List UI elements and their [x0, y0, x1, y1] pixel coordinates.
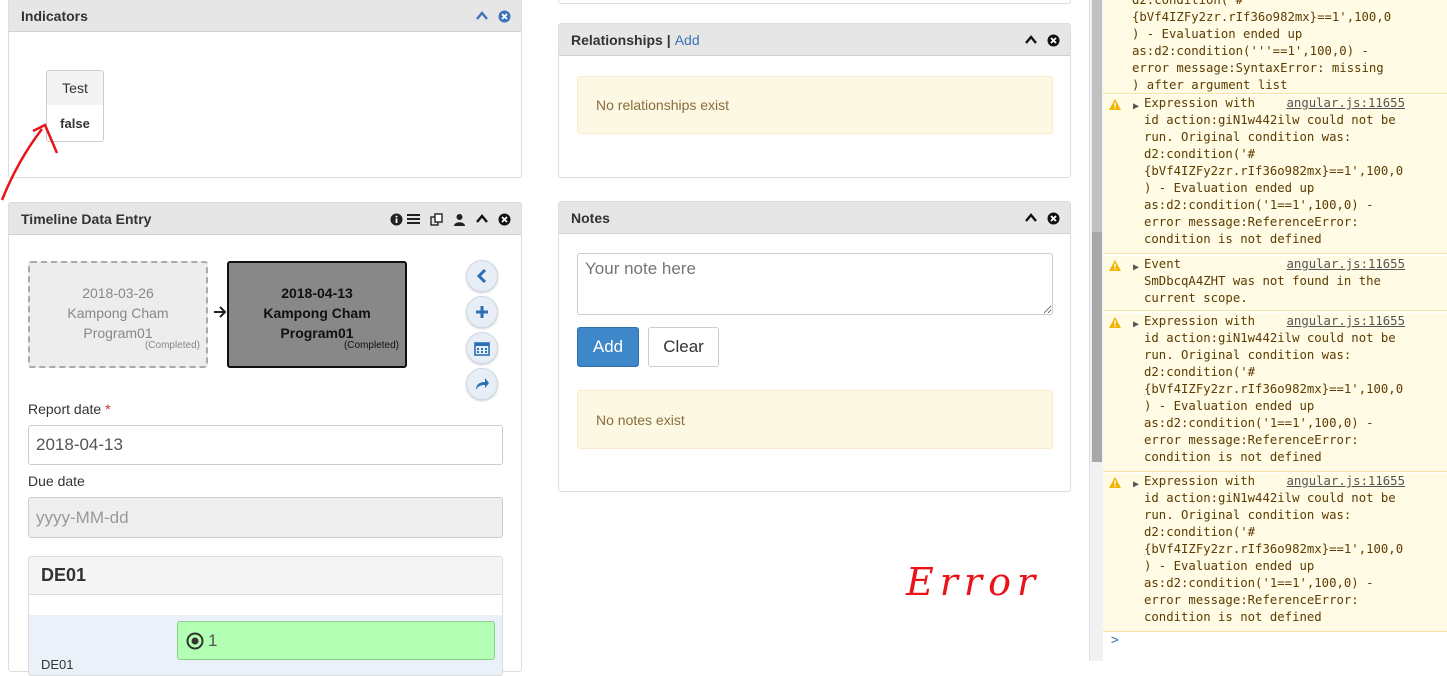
expand-triangle-icon[interactable]: ▶ [1133, 98, 1139, 115]
scrollbar[interactable] [1089, 0, 1103, 661]
indicators-title: Indicators [21, 7, 88, 24]
console-warning[interactable]: ▶ Expression with id action:giN1w442ilw … [1103, 473, 1447, 632]
required-mark: * [105, 401, 111, 417]
console-message-partial: d2:condition('# {bVf4IZFy2zr.rIf36o982mx… [1103, 0, 1447, 94]
console-warning[interactable]: ▶ Event SmDbcqA4ZHT was not found in the… [1103, 256, 1447, 311]
error-annotation: Error [906, 560, 1042, 604]
stage-current[interactable]: 2018-04-13 Kampong Cham Program01 (Compl… [227, 261, 407, 368]
indicator-label: Test [47, 71, 103, 105]
due-date-input[interactable]: yyyy-MM-dd [28, 497, 503, 538]
report-date-label: Report date * [28, 401, 111, 417]
timeline-panel: Timeline Data Entry 2018-03-26 Kampong C… [8, 202, 522, 676]
stage-status: (Completed) [343, 340, 399, 351]
annotation-arrow [0, 123, 59, 201]
expand-triangle-icon[interactable]: ▶ [1133, 476, 1139, 493]
report-date-input[interactable]: 2018-04-13 [28, 425, 503, 465]
console-warning[interactable]: ▶ Expression with id action:giN1w442ilw … [1103, 95, 1447, 254]
timeline-title: Timeline Data Entry [21, 210, 152, 227]
notes-header: Notes [559, 202, 1070, 234]
console-prompt[interactable]: > [1111, 633, 1119, 648]
no-relationships-alert: No relationships exist [577, 76, 1053, 134]
copy-icon[interactable] [430, 212, 443, 226]
collapse-icon[interactable] [476, 214, 488, 224]
relationships-title: Relationships [571, 31, 663, 48]
share-icon [476, 378, 489, 390]
source-link[interactable]: angular.js:11655 [1287, 473, 1405, 490]
section-header[interactable]: DE01 [29, 557, 502, 595]
radio-checked-icon [186, 632, 204, 649]
schedule-button[interactable] [466, 332, 498, 364]
add-relationship-link[interactable]: Add [675, 32, 700, 48]
collapse-icon[interactable] [1025, 213, 1037, 223]
collapse-icon[interactable] [476, 11, 488, 21]
source-link[interactable]: angular.js:11655 [1287, 256, 1405, 273]
top-partial-panel [558, 0, 1071, 4]
back-button[interactable] [466, 260, 498, 292]
notes-panel: Notes Add Clear No notes exist [558, 201, 1071, 492]
referral-button[interactable] [466, 368, 498, 400]
list-icon[interactable] [407, 213, 420, 225]
relationships-panel: Relationships | Add No relationships exi… [558, 23, 1071, 178]
close-icon[interactable] [1047, 34, 1060, 47]
source-link[interactable]: angular.js:11655 [1287, 313, 1405, 330]
add-event-button[interactable] [466, 296, 498, 328]
warning-icon [1109, 316, 1121, 333]
expand-triangle-icon[interactable]: ▶ [1133, 316, 1139, 333]
stage-org: Kampong Cham [263, 305, 371, 321]
expand-triangle-icon[interactable]: ▶ [1133, 259, 1139, 276]
warning-icon [1109, 476, 1121, 493]
notes-title: Notes [571, 209, 610, 226]
collapse-icon[interactable] [1025, 35, 1037, 45]
stage-status: (Completed) [144, 340, 200, 351]
due-date-label: Due date [28, 473, 85, 489]
close-icon[interactable] [498, 213, 511, 226]
info-icon[interactable] [390, 213, 403, 226]
calendar-icon [474, 341, 490, 356]
de-label: DE01 [41, 657, 74, 672]
de-value-field[interactable]: 1 [177, 621, 495, 660]
section-box: DE01 DE01 1 [28, 556, 503, 676]
stage-date: 2018-04-13 [281, 285, 353, 301]
clear-note-button[interactable]: Clear [648, 327, 719, 367]
stage-previous[interactable]: 2018-03-26 Kampong Cham Program01 (Compl… [28, 261, 208, 368]
indicators-panel: Indicators Test false [8, 0, 522, 178]
close-icon[interactable] [498, 10, 511, 23]
stage-date: 2018-03-26 [82, 285, 154, 301]
no-notes-alert: No notes exist [577, 390, 1053, 449]
arrow-right-icon [213, 305, 227, 323]
indicators-header: Indicators [9, 0, 521, 32]
relationships-header: Relationships | Add [559, 24, 1070, 56]
stage-org: Kampong Cham [67, 305, 169, 321]
devtools-console: d2:condition('# {bVf4IZFy2zr.rIf36o982mx… [1089, 0, 1447, 661]
warning-icon [1109, 259, 1121, 276]
close-icon[interactable] [1047, 212, 1060, 225]
warning-icon [1109, 98, 1121, 115]
note-textarea[interactable] [577, 253, 1053, 315]
timeline-header: Timeline Data Entry [9, 203, 521, 235]
user-icon[interactable] [453, 213, 466, 226]
source-link[interactable]: angular.js:11655 [1287, 95, 1405, 112]
console-warning[interactable]: ▶ Expression with id action:giN1w442ilw … [1103, 313, 1447, 472]
add-note-button[interactable]: Add [577, 327, 639, 367]
